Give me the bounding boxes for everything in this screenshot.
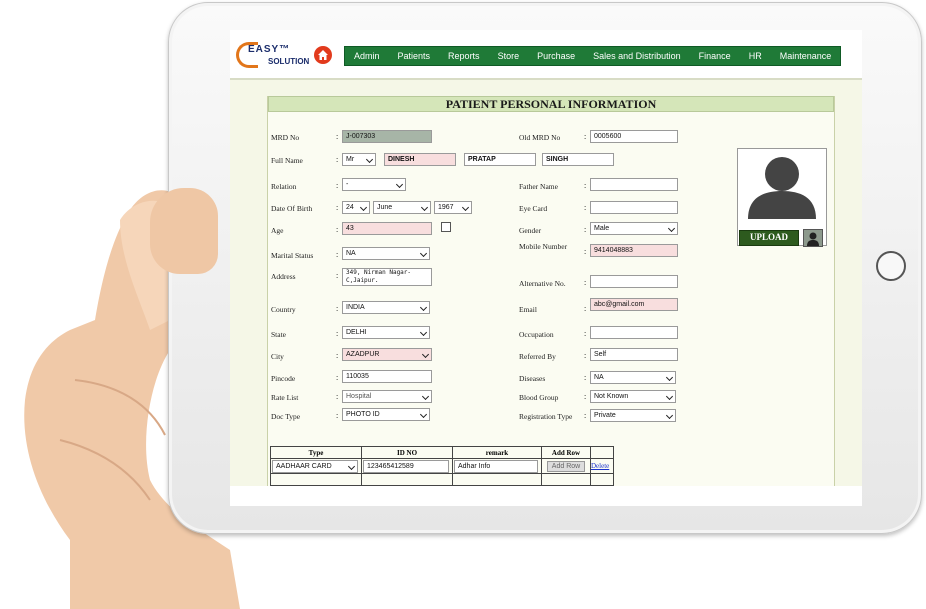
label-marital: Marital Status (271, 251, 314, 260)
label-blood-group: Blood Group (519, 393, 559, 402)
label-mobile: Mobile Number (519, 242, 568, 251)
nav-maintenance[interactable]: Maintenance (771, 51, 841, 61)
label-rate-list: Rate List (271, 393, 299, 402)
father-name-field[interactable] (590, 178, 678, 191)
label-doc-type: Doc Type (271, 412, 301, 421)
id-no-field[interactable]: 123465412589 (363, 460, 449, 473)
table-row: AADHAAR CARD 123465412589 Adhar Info Add… (270, 458, 614, 474)
first-name-field[interactable]: DINESH (384, 153, 456, 166)
app-screen: EASY™ SOLUTION Admin Patients Reports St… (230, 30, 862, 506)
label-registration-type: Registration Type (519, 412, 573, 421)
label-country: Country (271, 305, 296, 314)
label-referred-by: Referred By (519, 352, 556, 361)
pincode-field[interactable]: 110035 (342, 370, 432, 383)
id-type-select[interactable]: AADHAAR CARD (272, 460, 358, 473)
label-email: Email (519, 305, 537, 314)
last-name-field[interactable]: SINGH (542, 153, 614, 166)
add-row-button[interactable]: Add Row (546, 460, 586, 472)
middle-name-field[interactable]: PRATAP (464, 153, 536, 166)
col-add-row: Add Row (541, 446, 591, 459)
label-father-name: Father Name (519, 182, 558, 191)
home-icon[interactable] (314, 46, 332, 64)
blood-group-select[interactable]: Not Known (590, 390, 676, 403)
nav-sales[interactable]: Sales and Distribution (584, 51, 690, 61)
city-select[interactable]: AZADPUR (342, 348, 432, 361)
registration-type-select[interactable]: Private (590, 409, 676, 422)
mrd-field[interactable]: J-007303 (342, 130, 432, 143)
label-alt-no: Alternative No. (519, 279, 566, 288)
label-age: Age (271, 226, 284, 235)
main-nav: Admin Patients Reports Store Purchase Sa… (344, 46, 842, 66)
label-occupation: Occupation (519, 330, 554, 339)
old-mrd-field[interactable]: 0005600 (590, 130, 678, 143)
tablet-home-button[interactable] (876, 251, 906, 281)
gender-select[interactable]: Male (590, 222, 678, 235)
state-select[interactable]: DELHI (342, 326, 430, 339)
dob-day-select[interactable]: 24 (342, 201, 370, 214)
delete-link[interactable]: Delete (591, 462, 609, 470)
label-pincode: Pincode (271, 374, 296, 383)
id-table: Type ID NO remark Add Row AADHAAR CARD 1… (270, 446, 614, 486)
remark-field[interactable]: Adhar Info (454, 460, 538, 473)
nav-finance[interactable]: Finance (690, 51, 740, 61)
upload-button[interactable]: UPLOAD (739, 230, 799, 246)
avatar-icon (748, 157, 816, 219)
diseases-select[interactable]: NA (590, 371, 676, 384)
nav-patients[interactable]: Patients (389, 51, 440, 61)
nav-store[interactable]: Store (489, 51, 529, 61)
label-old-mrd: Old MRD No (519, 133, 561, 142)
bottom-bar (230, 486, 862, 506)
label-full-name: Full Name (271, 156, 303, 165)
title-select[interactable]: Mr (342, 153, 376, 166)
label-address: Address (271, 272, 296, 281)
nav-hr[interactable]: HR (740, 51, 771, 61)
doc-type-select[interactable]: PHOTO ID (342, 408, 430, 421)
app-logo: EASY™ SOLUTION (236, 40, 309, 70)
relation-select[interactable]: - (342, 178, 406, 191)
col-id-no: ID NO (361, 446, 453, 459)
alt-no-field[interactable] (590, 275, 678, 288)
occupation-field[interactable] (590, 326, 678, 339)
email-field[interactable]: abc@gmail.com (590, 298, 678, 311)
label-relation: Relation (271, 182, 297, 191)
eye-card-field[interactable] (590, 201, 678, 214)
label-dob: Date Of Birth (271, 204, 313, 213)
label-diseases: Diseases (519, 374, 546, 383)
nav-admin[interactable]: Admin (345, 51, 389, 61)
age-checkbox[interactable] (441, 222, 451, 232)
top-bar: EASY™ SOLUTION Admin Patients Reports St… (230, 30, 862, 80)
referred-by-field[interactable]: Self (590, 348, 678, 361)
patient-form: PATIENT PERSONAL INFORMATION MRD No : J-… (267, 96, 835, 506)
nav-reports[interactable]: Reports (439, 51, 489, 61)
label-state: State (271, 330, 286, 339)
mobile-field[interactable]: 9414048883 (590, 244, 678, 257)
age-field[interactable]: 43 (342, 222, 432, 235)
label-eye-card: Eye Card (519, 204, 548, 213)
dob-month-select[interactable]: June (373, 201, 431, 214)
label-gender: Gender (519, 226, 542, 235)
dob-year-select[interactable]: 1967 (434, 201, 472, 214)
col-remark: remark (452, 446, 542, 459)
camera-icon[interactable] (803, 229, 823, 247)
country-select[interactable]: INDIA (342, 301, 430, 314)
rate-list-select[interactable]: Hospital (342, 390, 432, 403)
address-textarea[interactable]: 349, Nirman Nagar-C,Jaipur. (342, 268, 432, 286)
nav-purchase[interactable]: Purchase (528, 51, 584, 61)
form-title: PATIENT PERSONAL INFORMATION (268, 96, 834, 112)
col-type: Type (270, 446, 362, 459)
label-mrd: MRD No (271, 133, 300, 142)
thumb-image (150, 188, 218, 274)
label-city: City (271, 352, 284, 361)
marital-select[interactable]: NA (342, 247, 430, 260)
